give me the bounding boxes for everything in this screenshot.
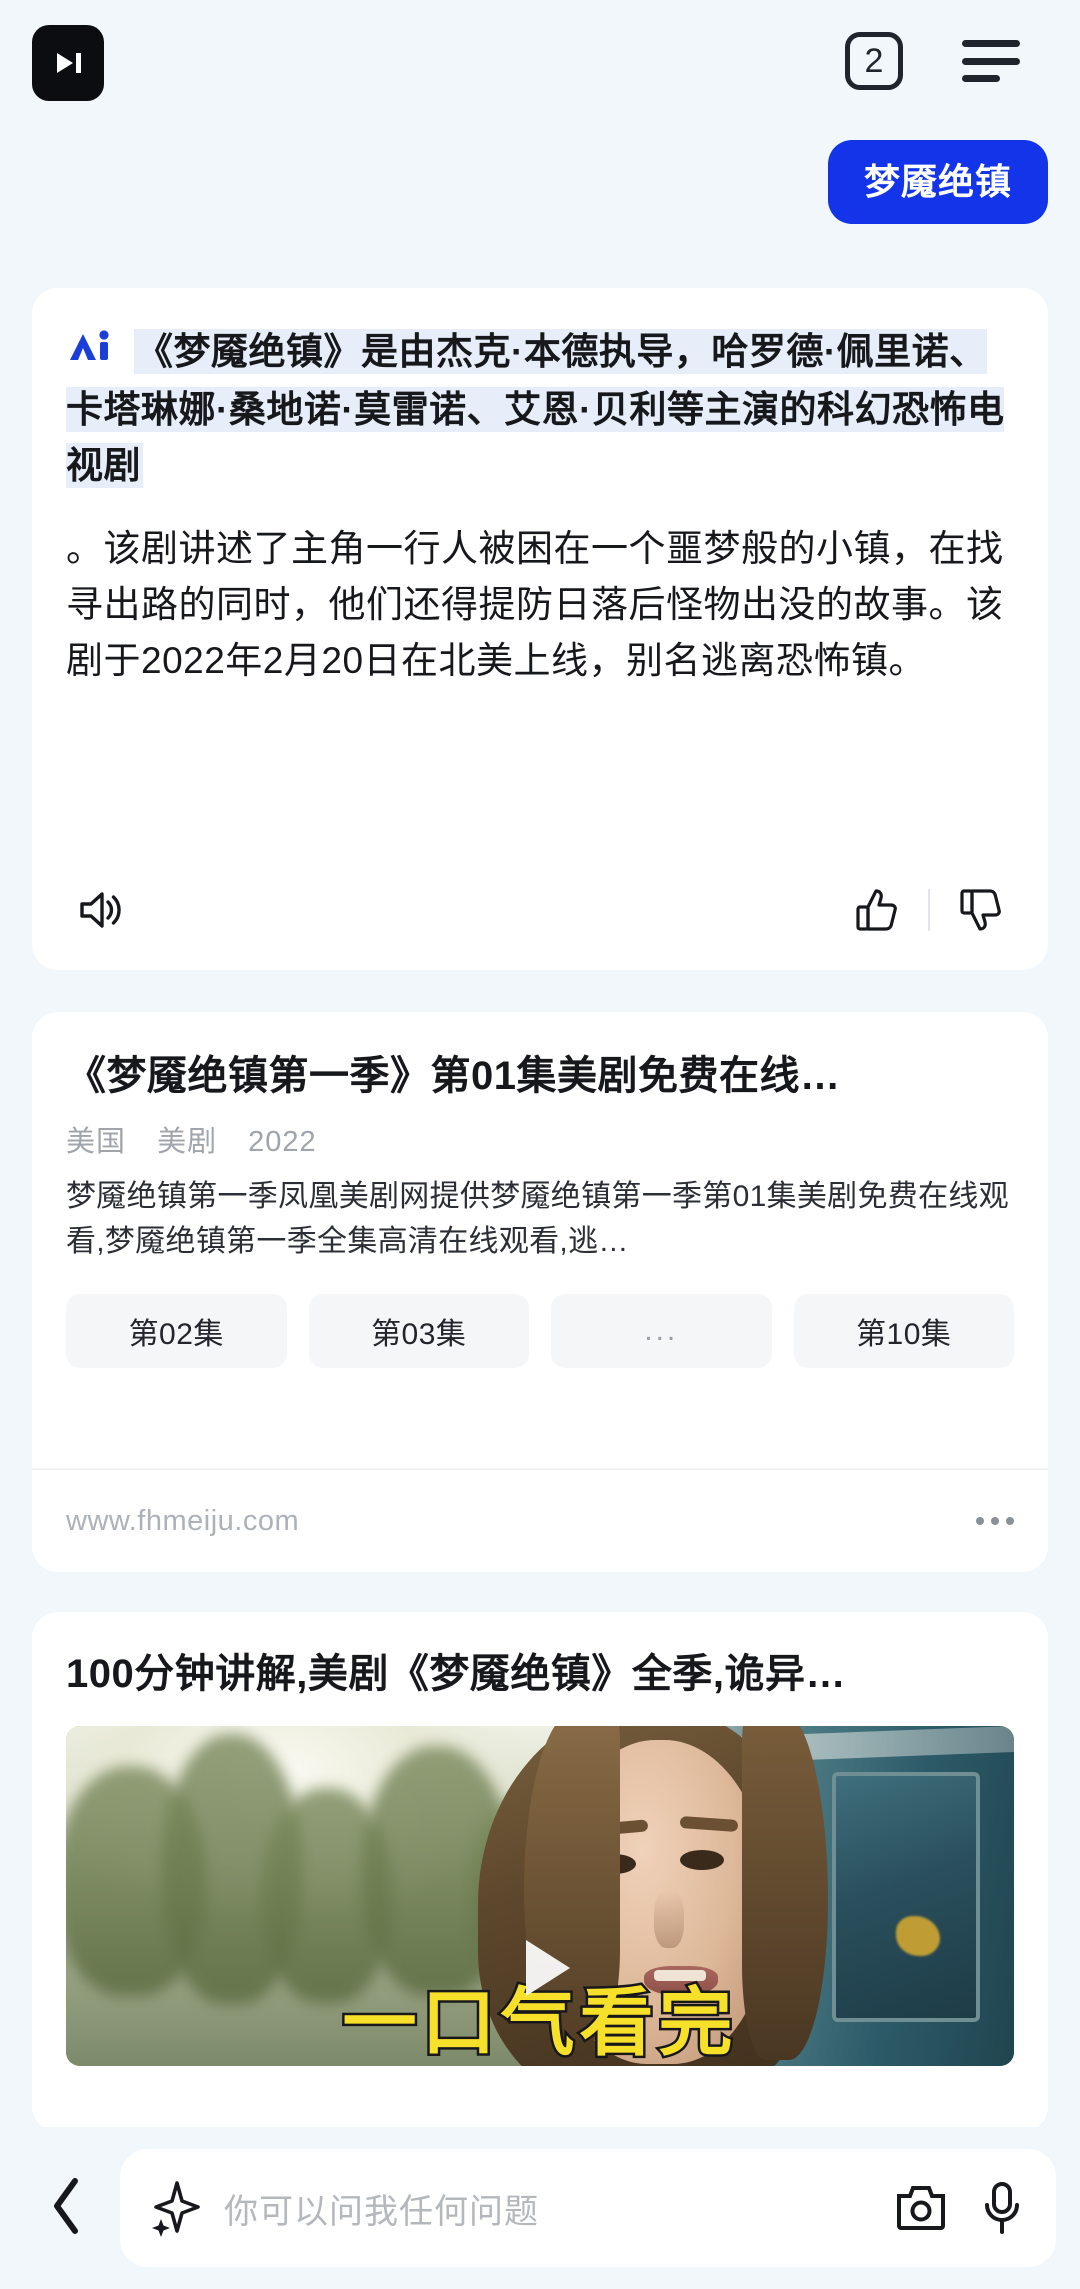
menu-line-3 bbox=[962, 75, 1000, 82]
chevron-left-icon bbox=[47, 2175, 89, 2242]
dot-3 bbox=[1006, 1517, 1014, 1525]
sparkle-icon[interactable] bbox=[150, 2179, 202, 2237]
dot-2 bbox=[991, 1517, 999, 1525]
ai-badge-icon bbox=[66, 326, 120, 382]
source-url[interactable]: www.fhmeiju.com bbox=[66, 1505, 299, 1538]
query-row: 梦魇绝镇 bbox=[0, 140, 1080, 224]
meta-year: 2022 bbox=[248, 1126, 317, 1158]
ai-answer-actions bbox=[32, 850, 1048, 970]
bottom-bar: 你可以问我任何问题 bbox=[0, 2127, 1080, 2289]
thumbnail-caption: 一口气看完 bbox=[340, 1981, 738, 2064]
more-options-icon[interactable] bbox=[976, 1517, 1014, 1525]
tab-count-button[interactable]: 2 bbox=[845, 32, 903, 90]
meta-country: 美国 bbox=[66, 1126, 127, 1158]
dot-1 bbox=[976, 1517, 984, 1525]
back-button[interactable] bbox=[16, 2175, 120, 2242]
teeth bbox=[654, 1970, 706, 1981]
actions-divider bbox=[928, 889, 930, 931]
speaker-icon[interactable] bbox=[76, 887, 126, 933]
eye-right bbox=[680, 1850, 724, 1870]
thumbs-down-icon[interactable] bbox=[958, 886, 1004, 934]
video-result-title[interactable]: 100分钟讲解,美剧《梦魇绝镇》全季,诡异… bbox=[32, 1612, 1048, 1700]
search-result-footer: www.fhmeiju.com bbox=[32, 1468, 1048, 1572]
episode-chip-10[interactable]: 第10集 bbox=[793, 1294, 1014, 1368]
ai-answer-text: 《梦魇绝镇》是由杰克·本德执导，哈罗德·佩里诺、卡塔琳娜·桑地诺·莫雷诺、艾恩·… bbox=[66, 324, 1014, 495]
play-icon[interactable] bbox=[526, 1940, 570, 1996]
ai-answer-highlight: 《梦魇绝镇》是由杰克·本德执导，哈罗德·佩里诺、卡塔琳娜·桑地诺·莫雷诺、艾恩·… bbox=[66, 331, 1005, 487]
top-bar: 2 bbox=[0, 0, 1080, 125]
menu-line-1 bbox=[962, 40, 1020, 47]
search-result-meta: 美国 美剧 2022 bbox=[66, 1118, 1014, 1160]
skip-forward-icon bbox=[48, 43, 88, 83]
van-window bbox=[832, 1772, 980, 2022]
search-result-snippet: 梦魇绝镇第一季凤凰美剧网提供梦魇绝镇第一季第01集美剧免费在线观看,梦魇绝镇第一… bbox=[66, 1180, 1009, 1258]
search-result-card[interactable]: 《梦魇绝镇第一季》第01集美剧免费在线… 美国 美剧 2022 梦魇绝镇第一季凤… bbox=[32, 1012, 1048, 1572]
search-input-bar[interactable]: 你可以问我任何问题 bbox=[120, 2149, 1056, 2267]
microphone-icon[interactable] bbox=[978, 2180, 1026, 2236]
episode-chip-row: 第02集 第03集 ... 第10集 bbox=[66, 1294, 1014, 1368]
nose bbox=[654, 1890, 684, 1948]
meta-genre: 美剧 bbox=[157, 1126, 218, 1158]
app-logo-button[interactable] bbox=[32, 25, 104, 101]
search-result-body: 《梦魇绝镇第一季》第01集美剧免费在线… 美国 美剧 2022 梦魇绝镇第一季凤… bbox=[32, 1012, 1048, 1368]
episode-chip-03[interactable]: 第03集 bbox=[308, 1294, 529, 1368]
browser-screen: 2 梦魇绝镇 《梦魇绝镇》是由杰克·本德执导，哈罗德·佩里诺、卡塔琳娜·桑地诺·… bbox=[0, 0, 1080, 2289]
episode-chip-02[interactable]: 第02集 bbox=[66, 1294, 287, 1368]
camera-icon[interactable] bbox=[894, 2182, 948, 2234]
ai-answer-card: 《梦魇绝镇》是由杰克·本德执导，哈罗德·佩里诺、卡塔琳娜·桑地诺·莫雷诺、艾恩·… bbox=[32, 288, 1048, 970]
episode-chip-more[interactable]: ... bbox=[551, 1294, 772, 1368]
ai-answer-body: 《梦魇绝镇》是由杰克·本德执导，哈罗德·佩里诺、卡塔琳娜·桑地诺·莫雷诺、艾恩·… bbox=[32, 288, 1048, 689]
video-thumbnail[interactable]: 一口气看完 bbox=[66, 1726, 1014, 2066]
thumbs-up-icon[interactable] bbox=[854, 886, 900, 934]
video-result-card[interactable]: 100分钟讲解,美剧《梦魇绝镇》全季,诡异… 一口气看完 bbox=[32, 1612, 1048, 2132]
search-input-placeholder[interactable]: 你可以问我任何问题 bbox=[224, 2184, 864, 2233]
tab-count-label: 2 bbox=[864, 42, 884, 80]
search-query-pill[interactable]: 梦魇绝镇 bbox=[827, 140, 1048, 224]
ai-answer-rest: 。该剧讲述了主角一行人被困在一个噩梦般的小镇，在找寻出路的同时，他们还得提防日落… bbox=[66, 527, 1004, 682]
hamburger-menu-icon[interactable] bbox=[962, 36, 1020, 86]
search-result-title[interactable]: 《梦魇绝镇第一季》第01集美剧免费在线… bbox=[66, 1050, 1014, 1102]
menu-line-2 bbox=[962, 57, 1020, 65]
